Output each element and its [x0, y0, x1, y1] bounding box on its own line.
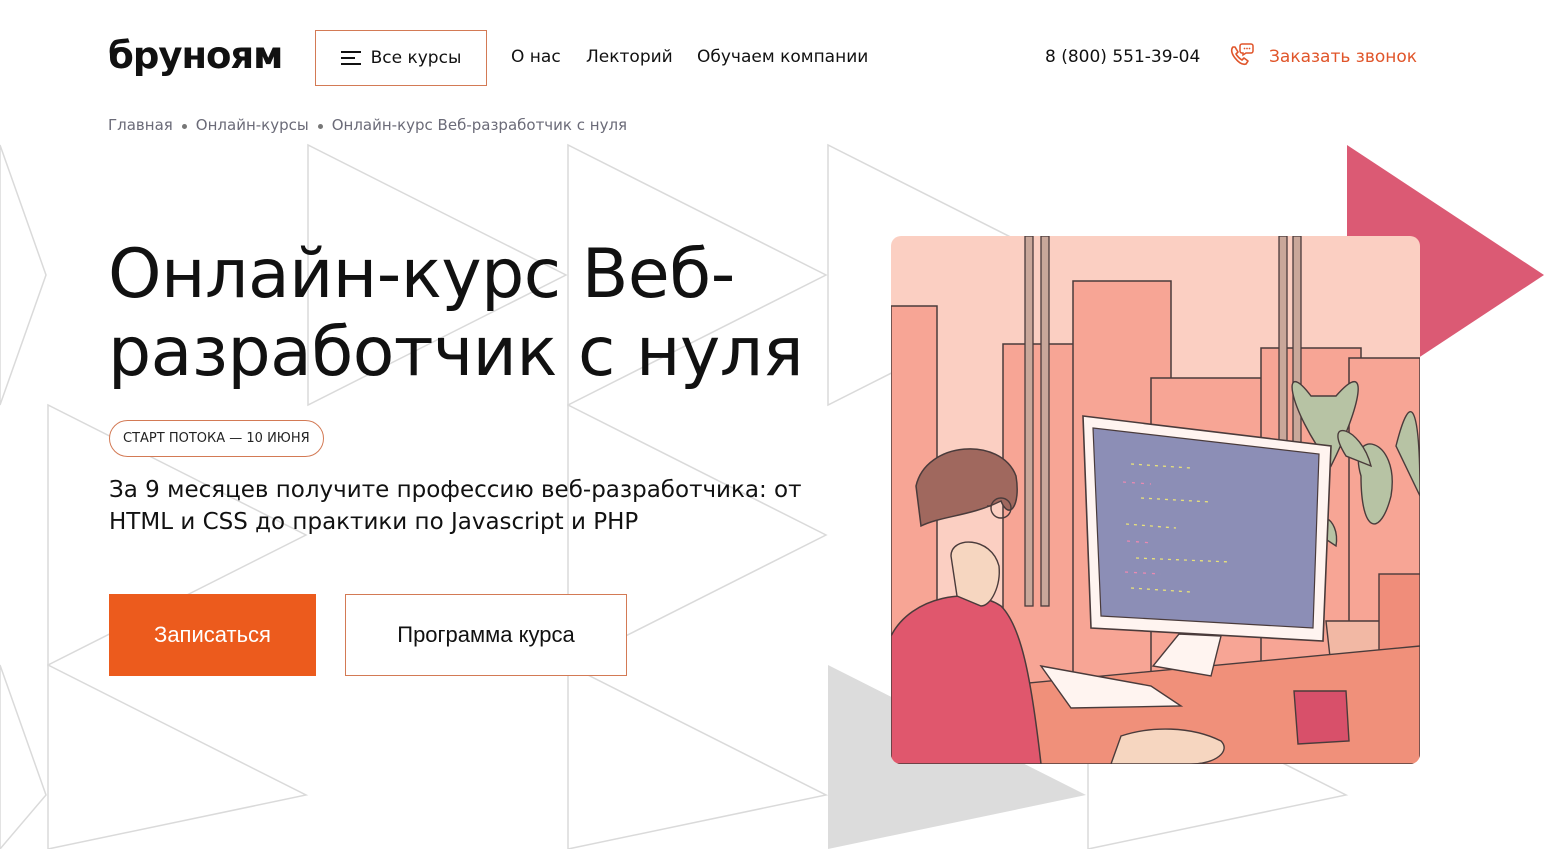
start-date-badge: СТАРТ ПОТОКА — 10 ИЮНЯ [109, 420, 324, 457]
breadcrumb-current: Онлайн-курс Веб-разработчик с нуля [331, 116, 628, 134]
course-program-button[interactable]: Программа курса [345, 594, 627, 676]
hero-subtitle: За 9 месяцев получите профессию веб-разр… [109, 477, 802, 535]
nav-corporate[interactable]: Обучаем компании [697, 47, 868, 67]
order-call-link[interactable]: Заказать звонок [1269, 47, 1417, 67]
all-courses-button[interactable]: Все курсы [315, 30, 487, 86]
breadcrumb-home[interactable]: Главная [108, 116, 173, 134]
breadcrumb: Главная Онлайн-курсы Онлайн-курс Веб-раз… [108, 116, 627, 134]
hamburger-icon [340, 51, 361, 65]
logo[interactable]: бруноям [108, 34, 283, 77]
nav-lectorium[interactable]: Лекторий [586, 47, 673, 67]
page-title: Онлайн-курс Веб-разработчик с нуля [108, 235, 804, 392]
phone-number[interactable]: 8 (800) 551-39-04 [1045, 47, 1200, 67]
site-header: бруноям Все курсы О нас Лекторий Обучаем… [0, 0, 1544, 115]
breadcrumb-online-courses[interactable]: Онлайн-курсы [196, 116, 309, 134]
breadcrumb-separator [181, 123, 187, 129]
hero-illustration [891, 236, 1420, 764]
enroll-button[interactable]: Записаться [109, 594, 316, 676]
phone-chat-icon[interactable] [1228, 42, 1254, 68]
developer-at-computer-image [891, 236, 1420, 764]
nav-about[interactable]: О нас [511, 47, 561, 67]
all-courses-label: Все курсы [370, 48, 462, 68]
breadcrumb-separator [317, 123, 323, 129]
